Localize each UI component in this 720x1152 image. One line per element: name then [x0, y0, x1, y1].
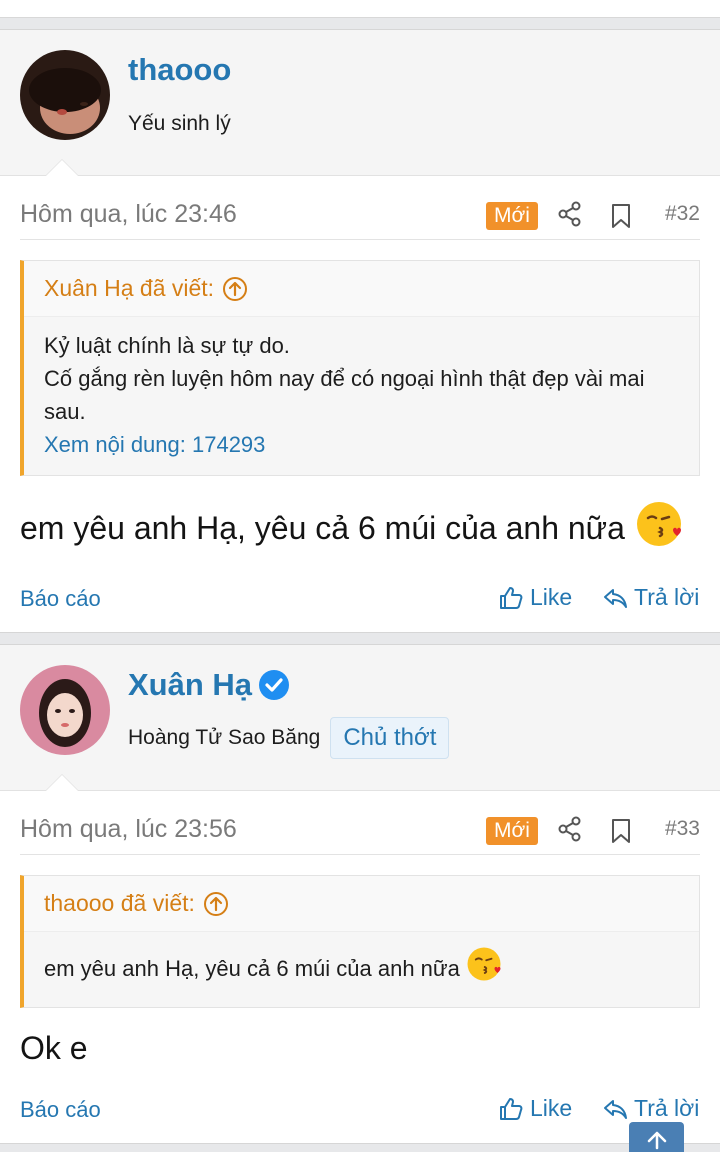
quote-text: em yêu anh Hạ, yêu cả 6 múi của anh nữa	[44, 956, 460, 981]
thumbs-up-icon	[500, 1097, 523, 1120]
post-actions: Báo cáo Like Trả lời	[20, 556, 700, 636]
avatar[interactable]	[20, 50, 110, 140]
scroll-to-top-button[interactable]	[629, 1122, 684, 1152]
reply-icon	[604, 1099, 627, 1119]
message-text: Ok e	[20, 1030, 88, 1066]
quote-line: Cố gắng rèn luyện hôm nay để có ngoại hì…	[44, 366, 645, 424]
username-text[interactable]: thaooo	[128, 52, 231, 88]
post-actions: Báo cáo Like Trả lời	[20, 1067, 700, 1147]
report-button[interactable]: Báo cáo	[20, 586, 101, 612]
verified-check-icon	[258, 669, 290, 701]
quote-block: thaooo đã viết: em yêu anh Hạ, yêu cả 6 …	[20, 875, 700, 1008]
kissing-face-heart-emoji	[466, 946, 502, 991]
post-user-header: thaooo Yếu sinh lý	[0, 30, 720, 176]
reply-button[interactable]: Trả lời	[602, 584, 699, 611]
arrow-up-icon	[647, 1131, 666, 1150]
user-title-line: Hoàng Tử Sao Băng Chủ thớt	[128, 717, 450, 759]
username[interactable]: Xuân Hạ	[128, 667, 290, 703]
new-badge: Mới	[486, 817, 538, 845]
post-33: Xuân Hạ Hoàng Tử Sao Băng Chủ thớt Hôm q…	[0, 644, 720, 1144]
arrow-up-circle-icon[interactable]	[203, 891, 229, 917]
like-button[interactable]: Like	[498, 1095, 572, 1122]
post-date[interactable]: Hôm qua, lúc 23:56	[20, 815, 237, 844]
avatar[interactable]	[20, 665, 110, 755]
arrow-up-circle-icon[interactable]	[222, 276, 248, 302]
reply-label[interactable]: Trả lời	[634, 584, 699, 611]
username[interactable]: thaooo	[128, 52, 231, 88]
like-label[interactable]: Like	[530, 1095, 572, 1122]
like-button[interactable]: Like	[498, 584, 572, 611]
previous-post-bottom	[0, 0, 720, 18]
reply-button[interactable]: Trả lời	[602, 1095, 699, 1122]
user-title: Yếu sinh lý	[128, 112, 231, 135]
post-user-header: Xuân Hạ Hoàng Tử Sao Băng Chủ thớt	[0, 645, 720, 791]
post-32: thaooo Yếu sinh lý Hôm qua, lúc 23:46 Mớ…	[0, 29, 720, 633]
post-message: em yêu anh Hạ, yêu cả 6 múi của anh nữa	[20, 500, 700, 556]
post-meta: Hôm qua, lúc 23:56 Mới #33	[20, 791, 700, 855]
message-text: em yêu anh Hạ, yêu cả 6 múi của anh nữa	[20, 509, 625, 546]
quote-author-line[interactable]: Xuân Hạ đã viết:	[44, 275, 214, 302]
quote-header[interactable]: Xuân Hạ đã viết:	[24, 261, 699, 317]
user-title: Hoàng Tử Sao Băng	[128, 726, 321, 749]
reply-icon	[604, 588, 627, 608]
report-button[interactable]: Báo cáo	[20, 1097, 101, 1123]
new-badge: Mới	[486, 202, 538, 230]
quote-body: Kỷ luật chính là sự tự do. Cố gắng rèn l…	[24, 317, 699, 475]
bookmark-icon[interactable]	[610, 203, 632, 229]
quote-header[interactable]: thaooo đã viết:	[24, 876, 699, 932]
thumbs-up-icon	[500, 586, 523, 609]
kissing-face-heart-emoji	[635, 500, 683, 556]
post-message: Ok e	[20, 1030, 700, 1067]
post-meta: Hôm qua, lúc 23:46 Mới #32	[20, 176, 700, 240]
post-number[interactable]: #32	[665, 202, 700, 226]
bookmark-icon[interactable]	[610, 818, 632, 844]
share-icon[interactable]	[558, 816, 582, 842]
thread-owner-badge: Chủ thớt	[330, 717, 450, 759]
view-content-link[interactable]: Xem nội dung: 174293	[44, 428, 679, 461]
post-date[interactable]: Hôm qua, lúc 23:46	[20, 200, 237, 229]
like-label[interactable]: Like	[530, 584, 572, 611]
quote-block: Xuân Hạ đã viết: Kỷ luật chính là sự tự …	[20, 260, 700, 476]
header-notch	[45, 774, 79, 791]
quote-line: Kỷ luật chính là sự tự do.	[44, 333, 290, 358]
header-notch	[45, 159, 79, 176]
quote-author-line[interactable]: thaooo đã viết:	[44, 890, 195, 917]
username-text[interactable]: Xuân Hạ	[128, 667, 252, 703]
reply-label[interactable]: Trả lời	[634, 1095, 699, 1122]
share-icon[interactable]	[558, 201, 582, 227]
post-number[interactable]: #33	[665, 817, 700, 841]
quote-body: em yêu anh Hạ, yêu cả 6 múi của anh nữa	[24, 932, 699, 1007]
